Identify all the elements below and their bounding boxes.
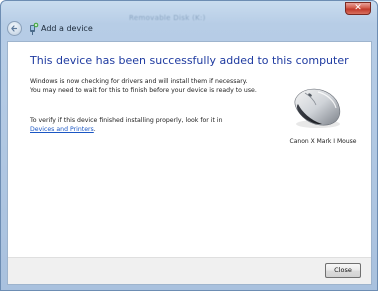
title-bar[interactable]: Removable Disk (K:) ✕ Add a device	[1, 1, 377, 41]
verify-info-suffix: .	[93, 126, 96, 133]
mouse-icon	[294, 88, 341, 128]
verify-info-text: To verify if this device finished instal…	[30, 116, 270, 134]
window-title: Add a device	[41, 24, 93, 33]
add-device-icon	[30, 22, 39, 35]
back-arrow-icon	[11, 25, 18, 32]
window-close-button[interactable]: ✕	[345, 2, 371, 15]
background-window-text: Removable Disk (K:)	[129, 14, 206, 22]
success-heading: This device has been successfully added …	[30, 54, 349, 67]
dialog-window: Removable Disk (K:) ✕ Add a device This …	[0, 0, 378, 291]
close-button[interactable]: Close	[325, 263, 361, 278]
back-button[interactable]	[7, 21, 22, 36]
verify-info-prefix: To verify if this device finished instal…	[30, 117, 223, 124]
dialog-footer: Close	[8, 257, 371, 284]
devices-and-printers-link[interactable]: Devices and Printers	[30, 126, 94, 133]
device-name: Canon X Mark I Mouse	[289, 138, 357, 145]
dialog-content: This device has been successfully added …	[7, 41, 372, 285]
driver-info-text: Windows is now checking for drivers and …	[30, 78, 257, 94]
